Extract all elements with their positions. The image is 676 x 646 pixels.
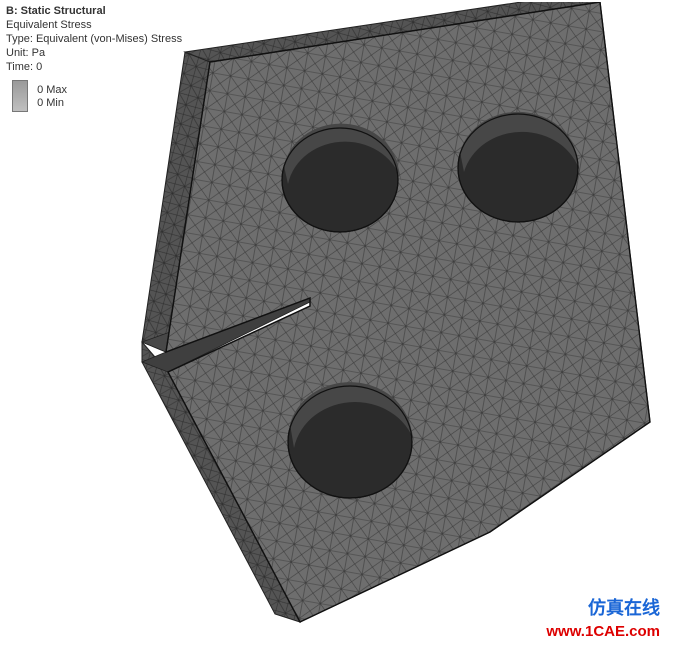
watermark-cn: 仿真在线	[588, 594, 660, 620]
result-time: Time: 0	[6, 61, 42, 73]
watermark-url: www.1CAE.com	[546, 623, 660, 640]
mesh-model	[70, 2, 670, 642]
result-unit: Unit: Pa	[6, 47, 45, 59]
legend-min: 0 Min	[37, 97, 67, 109]
model-viewport[interactable]	[70, 2, 670, 642]
legend-bar	[12, 80, 28, 112]
color-legend: 0 Max 0 Min	[12, 80, 67, 112]
legend-max: 0 Max	[37, 84, 67, 96]
